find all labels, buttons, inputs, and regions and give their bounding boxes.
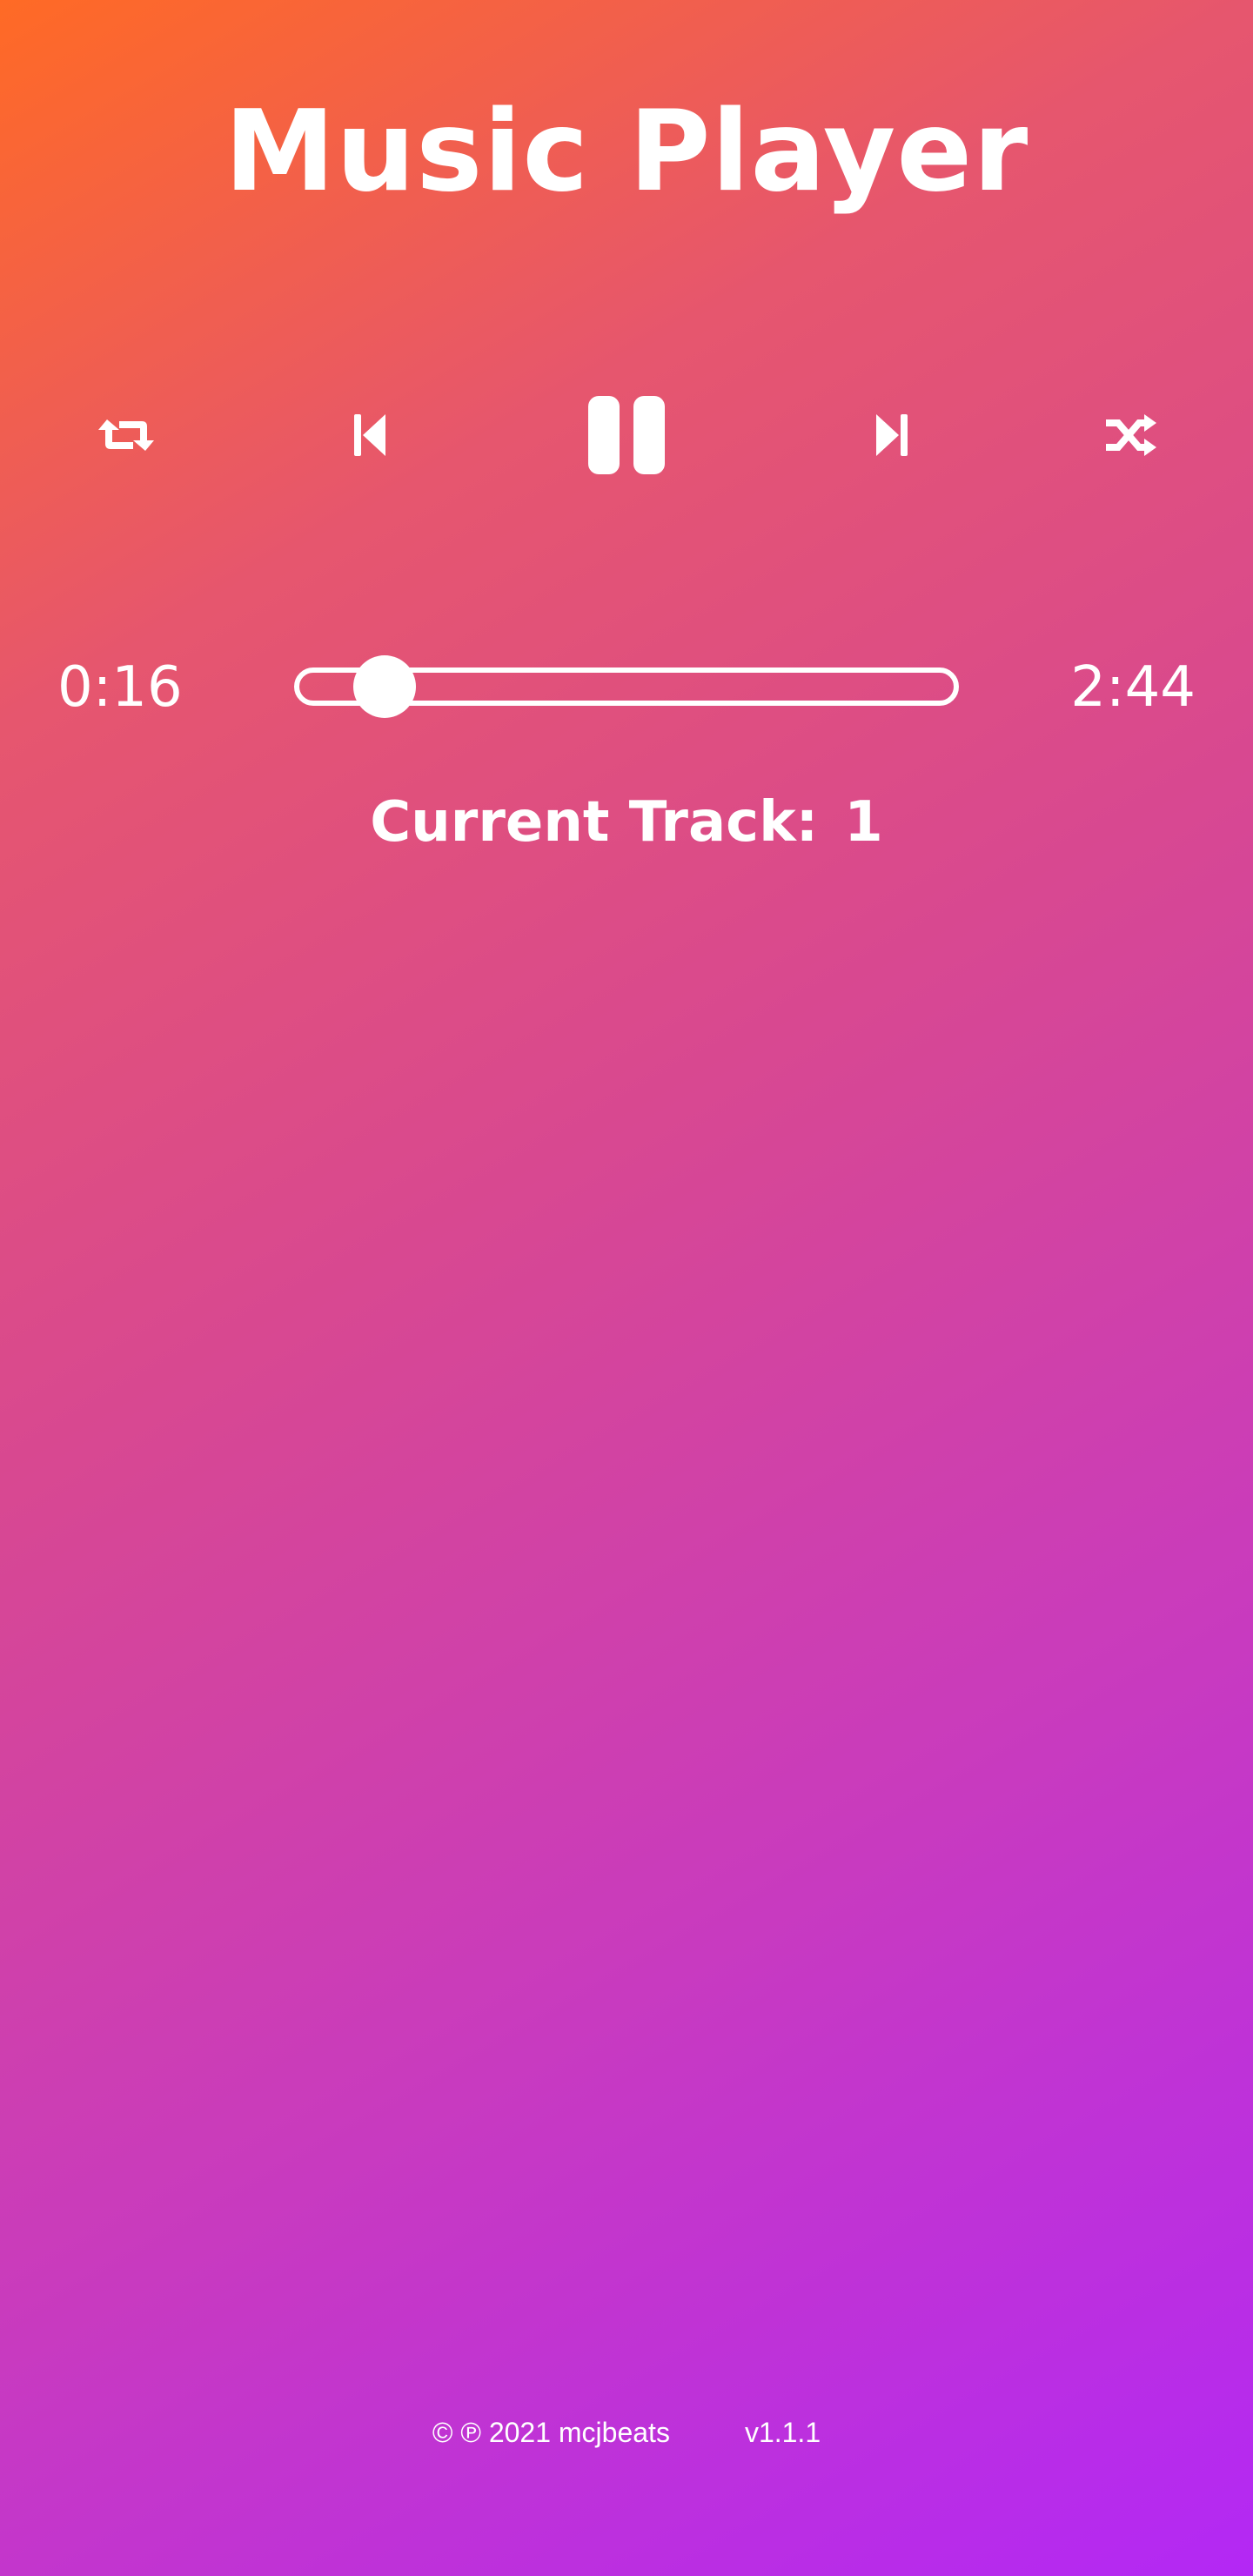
shuffle-button[interactable] bbox=[1092, 400, 1170, 470]
pause-icon bbox=[588, 396, 665, 474]
current-track: Current Track: 1 bbox=[0, 783, 1253, 862]
progress-row: 0:16 2:44 bbox=[0, 644, 1253, 731]
seek-thumb[interactable] bbox=[352, 655, 416, 718]
footer: © ℗ 2021 mcjbeats v1.1.1 bbox=[0, 2411, 1253, 2454]
pause-button[interactable] bbox=[583, 392, 670, 479]
skip-next-icon bbox=[876, 414, 908, 456]
total-time: 2:44 bbox=[1070, 655, 1196, 720]
current-time: 0:16 bbox=[57, 655, 183, 720]
current-track-label: Current Track: bbox=[370, 790, 819, 855]
previous-button[interactable] bbox=[335, 400, 405, 470]
next-button[interactable] bbox=[857, 400, 927, 470]
repeat-icon bbox=[98, 419, 154, 451]
copyright-text: © ℗ 2021 mcjbeats bbox=[432, 2417, 670, 2448]
version-text: v1.1.1 bbox=[744, 2417, 821, 2448]
shuffle-icon bbox=[1106, 414, 1156, 456]
app-title: Music Player bbox=[224, 87, 1029, 217]
skip-previous-icon bbox=[354, 414, 385, 456]
repeat-button[interactable] bbox=[87, 400, 165, 470]
current-track-number: 1 bbox=[844, 790, 883, 855]
playback-controls bbox=[0, 383, 1253, 487]
